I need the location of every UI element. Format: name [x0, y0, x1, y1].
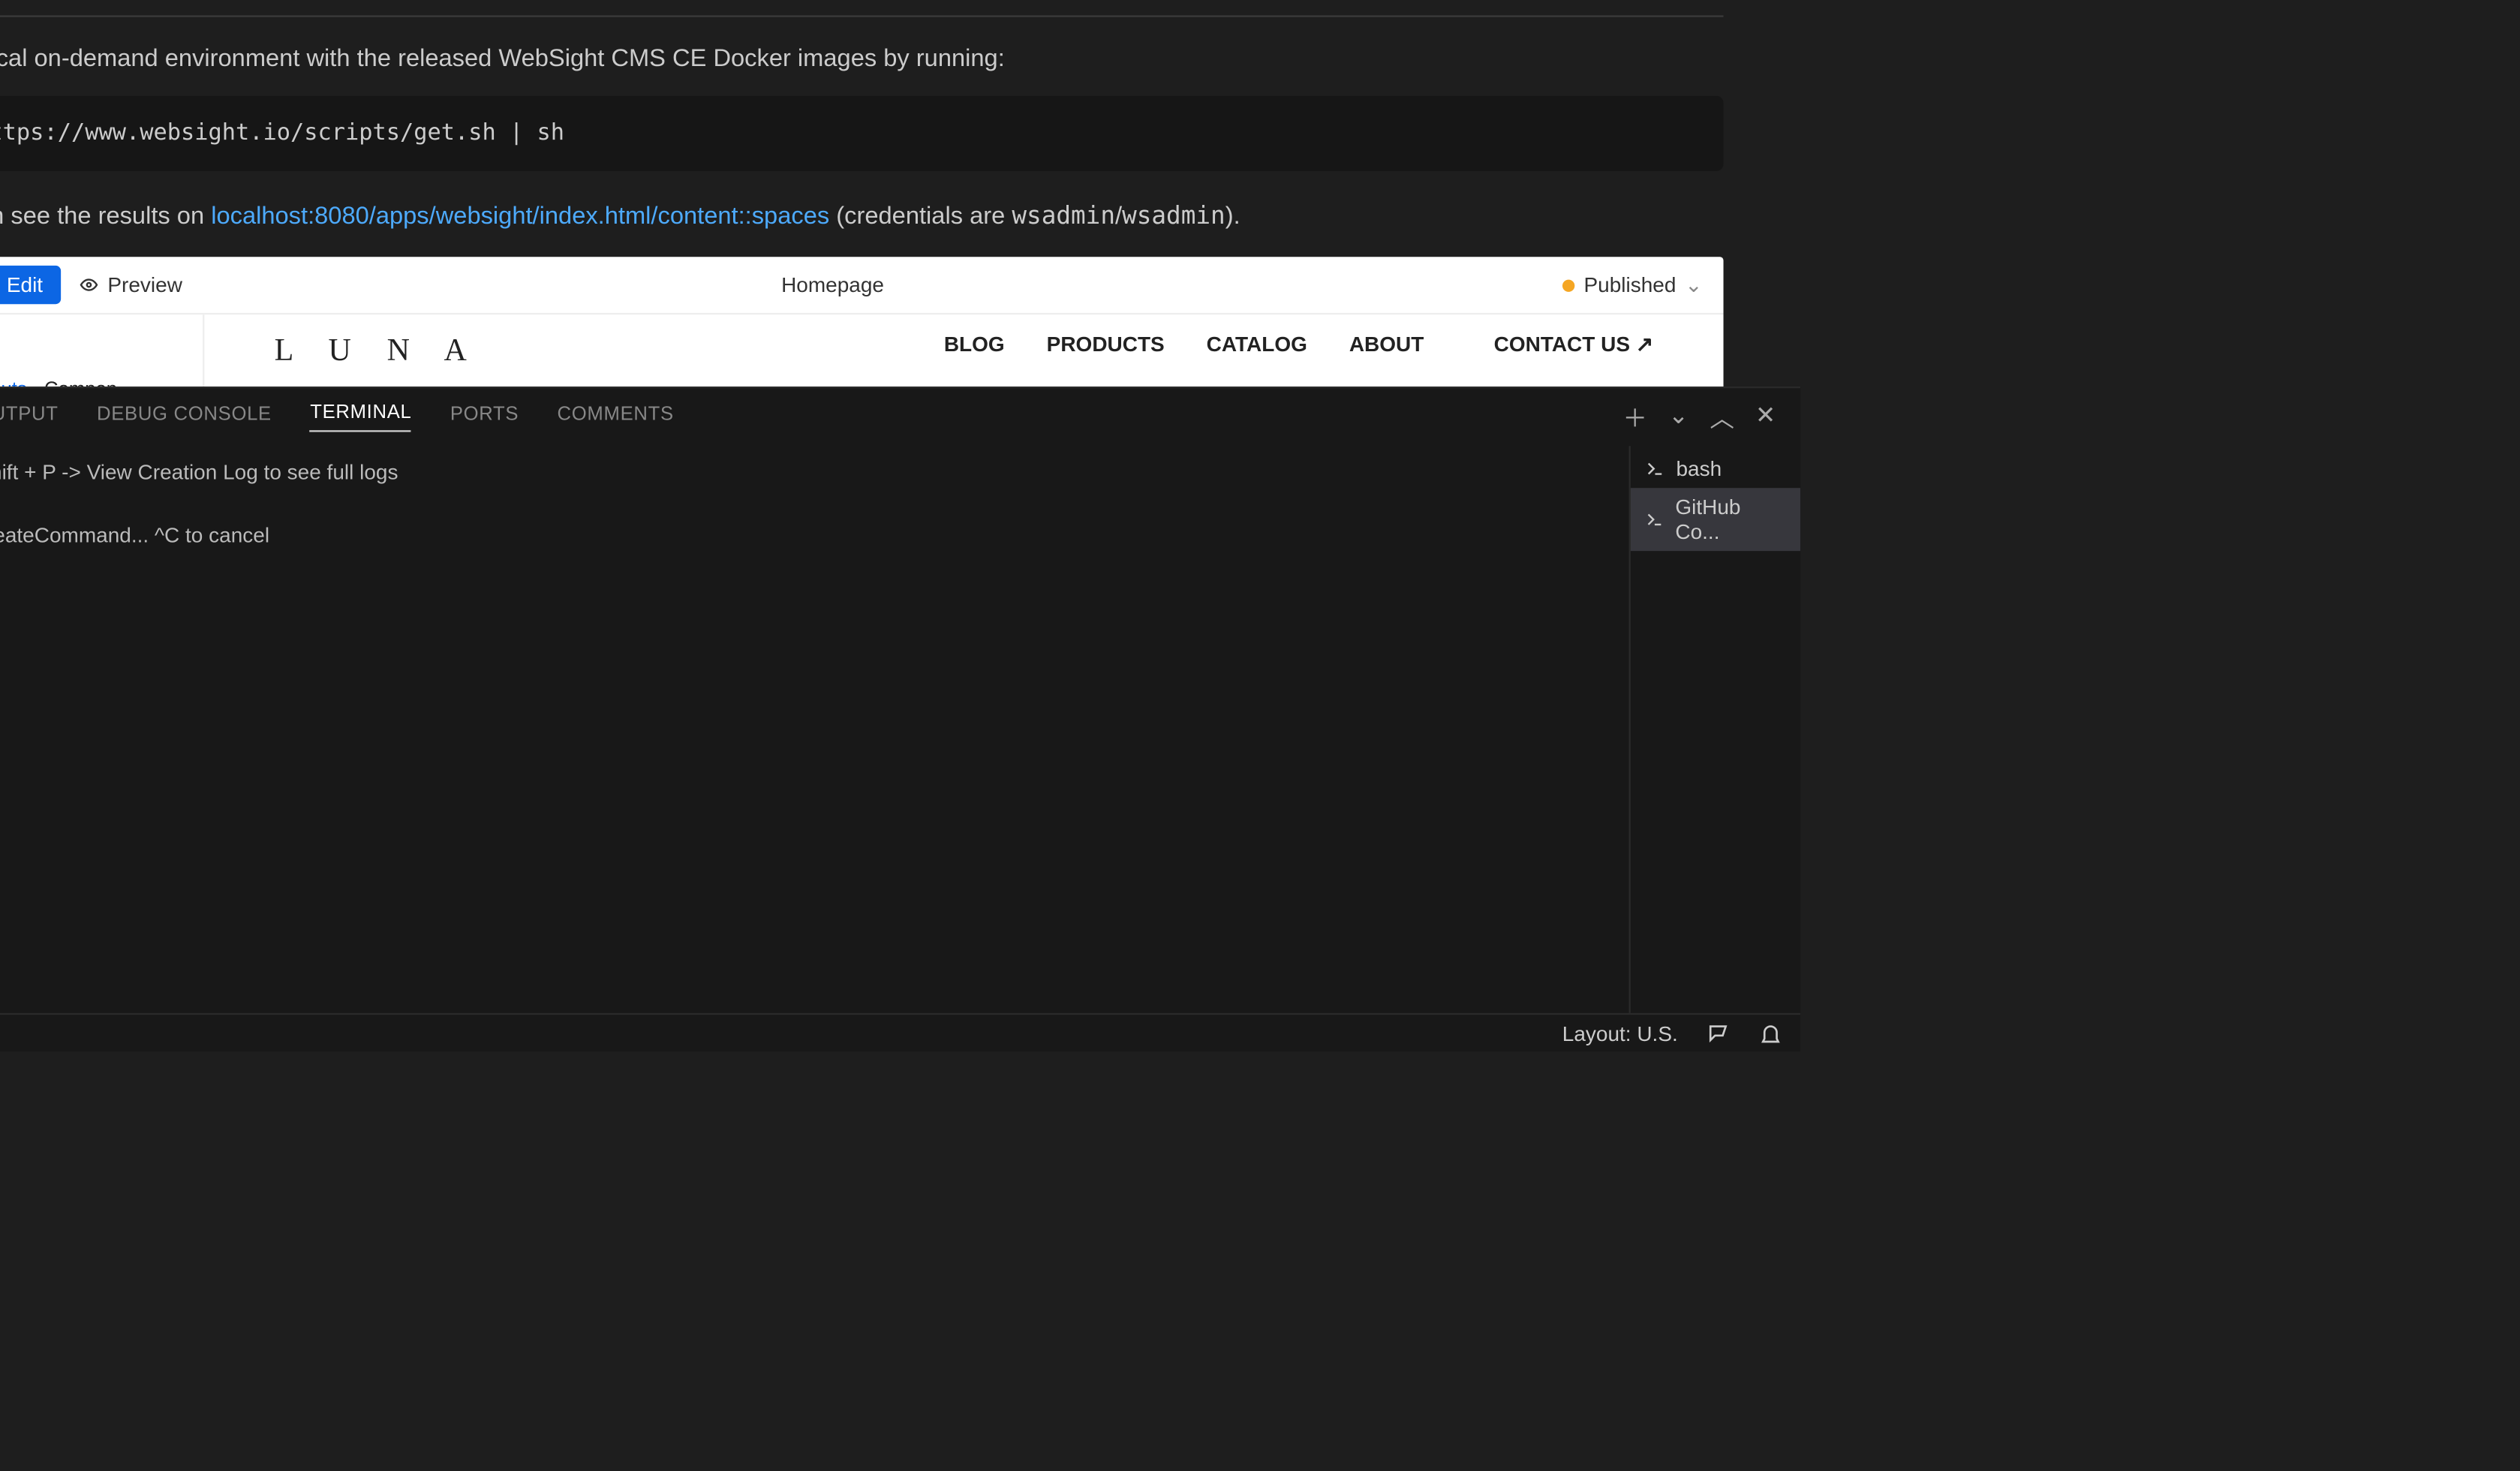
panel-tab-output[interactable]: OUTPUT	[0, 403, 59, 431]
new-terminal-icon[interactable]: ＋	[1622, 399, 1647, 435]
mock-tab-layouts: Layouts	[0, 380, 27, 387]
status-bell-icon[interactable]	[1758, 1021, 1783, 1045]
mock-nav: BLOGPRODUCTSCATALOGABOUT	[944, 332, 1424, 357]
terminal-output[interactable]: Use Cmd/Ctrl + Shift + P -> View Creatio…	[0, 446, 1629, 1013]
bottom-panel: PROBLEMSOUTPUTDEBUG CONSOLETERMINALPORTS…	[0, 387, 1800, 1013]
terminal-bash[interactable]: bash	[1631, 450, 1800, 488]
mock-edit-button: Edit	[0, 266, 60, 304]
mock-luna-logo: L U N A	[275, 332, 481, 369]
mock-cta: CONTACT US ↗	[1494, 332, 1654, 357]
status-layout[interactable]: Layout: U.S.	[1562, 1021, 1678, 1045]
panel-tab-comments[interactable]: COMMENTS	[558, 403, 674, 431]
panel-maximize-icon[interactable]: ︿	[1710, 399, 1734, 435]
mock-preview-button: Preview	[78, 273, 182, 298]
panel-close-icon[interactable]: ✕	[1755, 399, 1776, 435]
readme-h2-playground: Playground	[0, 0, 1723, 18]
mock-published-badge: Published⌄	[1562, 273, 1702, 298]
panel-tab-terminal[interactable]: TERMINAL	[310, 402, 411, 432]
panel-tab-debug-console[interactable]: DEBUG CONSOLE	[97, 403, 272, 431]
mock-add-label: Add	[0, 329, 185, 355]
terminal-github-co-[interactable]: GitHub Co...	[1631, 488, 1800, 551]
readme-blockquote: and then see the results on localhost:80…	[0, 195, 1723, 236]
panel-tab-ports[interactable]: PORTS	[450, 403, 519, 431]
status-bar: ❯< Codespaces main ⓧ 0 ⚠ 0 0 Pull Reques…	[0, 1013, 1800, 1051]
markdown-preview: CI passing WebSight Starter WebSight Sta…	[0, 0, 1800, 387]
mock-page-title: Homepage	[781, 273, 884, 298]
status-feedback-icon[interactable]	[1706, 1021, 1731, 1045]
terminal-list: bashGitHub Co...	[1629, 446, 1801, 1013]
link-localhost[interactable]: localhost:8080/apps/websight/index.html/…	[211, 200, 829, 228]
readme-code-block: curl https://www.websight.io/scripts/get…	[0, 95, 1723, 170]
terminal-split-icon[interactable]: ⌄	[1668, 399, 1689, 435]
panel-tabs: PROBLEMSOUTPUTDEBUG CONSOLETERMINALPORTS…	[0, 388, 1800, 446]
mock-tab-components: Compon...	[44, 380, 133, 387]
readme-setup-text: Set up a local on-demand environment wit…	[0, 39, 1723, 78]
readme-screenshot: Edit Preview Homepage Published⌄ Add Lay…	[0, 257, 1723, 387]
